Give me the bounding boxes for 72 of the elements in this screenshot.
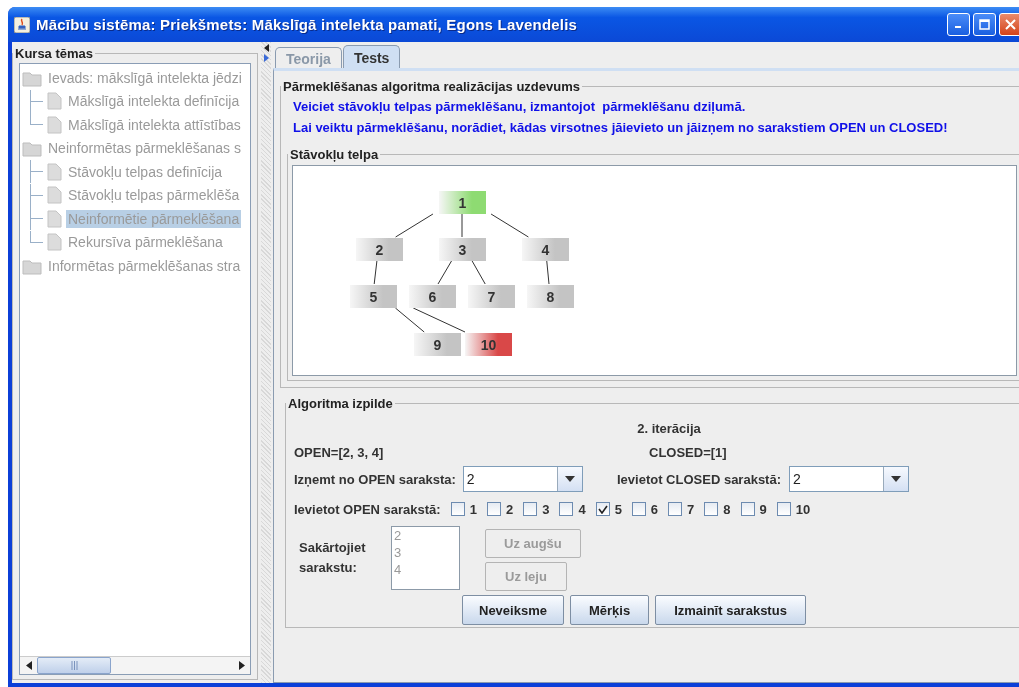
field-label: Ievietot CLOSED sarakstā: xyxy=(617,471,781,487)
instruction-text: Veiciet stāvokļu telpas pārmeklēšanu, izmantojot pārmeklēšanu dziļumā. xyxy=(293,99,747,114)
goal-button[interactable]: Mērķis xyxy=(569,595,650,625)
graph-node: 7 xyxy=(468,285,515,308)
edge-line xyxy=(437,260,452,285)
graph-node: 9 xyxy=(414,333,461,356)
minimize-button[interactable] xyxy=(947,13,970,36)
graph-node: 1 xyxy=(439,191,486,214)
checkmark-icon xyxy=(597,504,608,514)
checkbox[interactable]: 4 xyxy=(559,501,586,517)
graph-node: 6 xyxy=(409,285,456,308)
document-icon xyxy=(46,209,62,228)
closed-list-label: CLOSED=[1] xyxy=(649,445,727,460)
edge-line xyxy=(395,213,434,238)
edge-line xyxy=(546,260,550,285)
graph-node: 4 xyxy=(522,238,569,261)
document-icon xyxy=(46,186,62,205)
edge-line xyxy=(461,213,463,238)
document-icon xyxy=(46,115,62,134)
tab[interactable]: Tests xyxy=(342,45,401,68)
change-lists-button[interactable]: Izmainīt sarakstus xyxy=(655,595,806,625)
close-icon xyxy=(1005,19,1016,30)
tree-line xyxy=(30,89,46,113)
graph-node: 8 xyxy=(527,285,574,308)
checkbox[interactable]: 8 xyxy=(704,501,731,517)
edge-line xyxy=(490,213,529,238)
maximize-icon xyxy=(979,19,990,30)
document-icon xyxy=(46,233,62,252)
open-list-label: OPEN=[2, 3, 4] xyxy=(294,445,384,460)
checkbox[interactable]: 2 xyxy=(486,501,514,517)
panel-title: Pārmeklēšanas algoritma realizācijas uzdevums xyxy=(282,79,581,94)
scroll-right-icon[interactable] xyxy=(238,661,245,670)
caret-icon xyxy=(564,476,575,482)
checkbox[interactable]: 1 xyxy=(450,501,477,517)
scroll-left-icon[interactable] xyxy=(25,661,32,670)
panel-title: Kursa tēmas xyxy=(14,46,95,61)
expand-right-icon[interactable] xyxy=(263,54,269,62)
collapse-left-icon[interactable] xyxy=(263,44,269,52)
field-label: Sakārtojiet sarakstu: xyxy=(299,539,367,577)
document-icon xyxy=(46,162,62,181)
edge-line xyxy=(373,260,378,285)
folder-icon xyxy=(22,139,42,158)
panel-title: Algoritma izpilde xyxy=(287,396,394,411)
panel-title: Stāvokļu telpa xyxy=(289,147,380,162)
checkbox[interactable]: 3 xyxy=(523,501,550,517)
maximize-button[interactable] xyxy=(973,13,996,36)
checkbox[interactable]: 9 xyxy=(740,501,767,517)
graph-node: 10 xyxy=(465,333,512,356)
app-icon xyxy=(14,16,30,33)
graph-node: 5 xyxy=(350,285,397,308)
document-icon xyxy=(46,92,62,111)
instruction-text: Lai veiktu pārmeklēšanu, norādiet, kādas virsotnes jāievieto un jāizņem no sarakstiem OPEN un CLOSED! xyxy=(293,120,949,135)
checkbox[interactable]: 7 xyxy=(668,501,695,517)
close-button[interactable] xyxy=(999,13,1019,36)
field-label: Ievietot OPEN sarakstā: xyxy=(294,501,441,517)
scrollbar-thumb[interactable] xyxy=(37,657,111,674)
dropdown[interactable]: 2 xyxy=(789,466,909,492)
checkbox[interactable]: 10 xyxy=(776,501,811,517)
tree-line xyxy=(30,160,46,184)
caret-icon xyxy=(891,476,901,482)
checkbox[interactable]: 5 xyxy=(595,501,622,517)
failure-button[interactable]: Neveiksme xyxy=(462,595,564,625)
tree-line xyxy=(30,183,46,207)
window-title: Mācību sistēma: Priekšmets: Mākslīgā intelekta pamati, Egons Lavendelis xyxy=(36,16,578,33)
iteration-label: 2. iterācija xyxy=(637,421,701,436)
tree-line xyxy=(30,207,46,231)
dropdown[interactable]: 2 xyxy=(462,466,583,492)
graph-node: 3 xyxy=(439,238,486,261)
edge-line xyxy=(471,260,486,285)
graph-node: 2 xyxy=(356,238,403,261)
field-label: Izņemt no OPEN saraksta: xyxy=(294,471,456,487)
checkbox[interactable]: 6 xyxy=(631,501,659,517)
